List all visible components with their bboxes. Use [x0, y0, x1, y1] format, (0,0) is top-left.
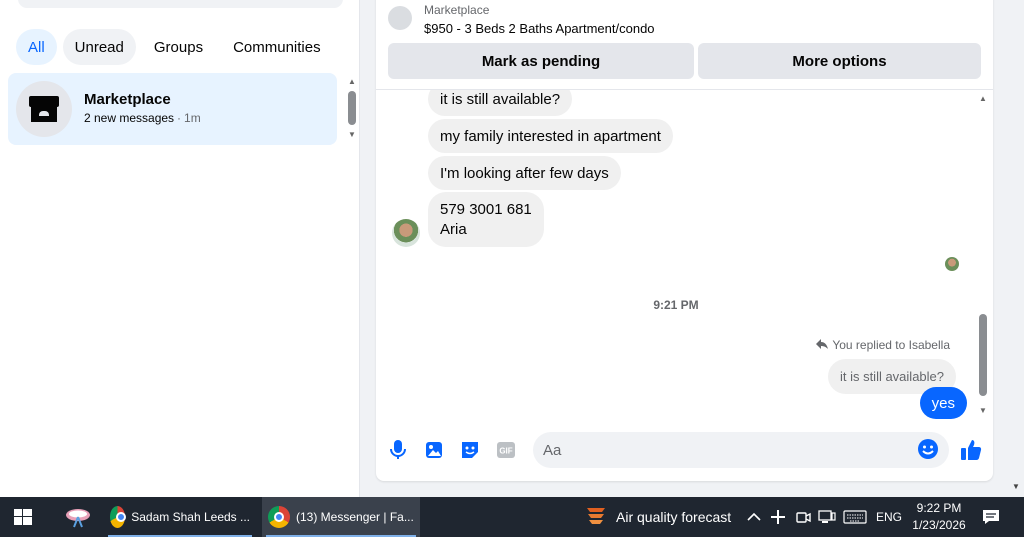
gif-icon[interactable]: GIF: [494, 438, 518, 462]
message-list: it is still available? my family interes…: [376, 90, 993, 420]
chat-list-panel: All Unread Groups Communities Marketplac…: [0, 0, 360, 497]
search-bar-edge[interactable]: [18, 0, 343, 8]
chat-filters: All Unread Groups Communities: [16, 29, 333, 65]
outgoing-message[interactable]: yes: [919, 387, 967, 419]
scroll-up-arrow-icon[interactable]: ▲: [347, 78, 357, 86]
taskbar-app-label: Sadam Shah Leeds ...: [131, 510, 250, 524]
taskbar-app-chrome-1[interactable]: Sadam Shah Leeds ...: [104, 497, 256, 537]
filter-all[interactable]: All: [16, 29, 57, 65]
mark-as-pending-button[interactable]: Mark as pending: [388, 43, 694, 79]
windows-start-icon[interactable]: [14, 509, 32, 525]
tray-overflow-chevron-icon[interactable]: [746, 497, 762, 537]
windows-taskbar: Sadam Shah Leeds ... (13) Messenger | Fa…: [0, 497, 1024, 537]
taskbar-app-label: (13) Messenger | Fa...: [296, 510, 414, 524]
reply-arrow-icon: [816, 338, 829, 352]
microphone-icon[interactable]: [386, 438, 410, 462]
clock-date: 1/23/2026: [912, 518, 966, 532]
notifications-icon[interactable]: [982, 497, 1000, 537]
incoming-message[interactable]: my family interested in apartment: [428, 119, 673, 153]
thumbs-up-icon[interactable]: [959, 438, 983, 462]
weather-widget[interactable]: Air quality forecast: [584, 497, 731, 537]
camera-icon[interactable]: [795, 497, 811, 537]
more-options-button[interactable]: More options: [698, 43, 981, 79]
language-indicator[interactable]: ENG: [876, 497, 902, 537]
listing-title[interactable]: $950 - 3 Beds 2 Baths Apartment/condo: [424, 21, 655, 36]
message-input[interactable]: [543, 432, 903, 468]
pinned-app-icon[interactable]: [58, 497, 98, 537]
reply-notice-text: You replied to Isabella: [832, 338, 950, 352]
chat-list-item[interactable]: Marketplace 2 new messages · 1m: [8, 73, 337, 145]
composer: GIF: [376, 430, 993, 470]
add-icon[interactable]: [770, 497, 786, 537]
clock-time: 9:22 PM: [916, 501, 962, 515]
incoming-message[interactable]: 579 3001 681 Aria: [428, 192, 544, 247]
keyboard-icon[interactable]: [843, 497, 867, 537]
reply-notice: You replied to Isabella: [816, 338, 950, 352]
sticker-icon[interactable]: [458, 438, 482, 462]
scrollbar-thumb[interactable]: [348, 91, 356, 125]
filter-unread[interactable]: Unread: [62, 29, 136, 65]
incoming-message[interactable]: I'm looking after few days: [428, 156, 621, 190]
chat-time: 1m: [184, 111, 201, 125]
message-line: 579 3001 681: [440, 200, 532, 218]
scroll-down-arrow-icon[interactable]: ▼: [347, 131, 357, 139]
weather-label: Air quality forecast: [616, 509, 732, 525]
listing-category: Marketplace: [424, 3, 490, 17]
message-timestamp: 9:21 PM: [653, 298, 699, 312]
page-scroll-down-arrow-icon[interactable]: ▼: [1012, 482, 1020, 491]
air-quality-icon: [584, 504, 608, 531]
chat-preview-text: 2 new messages: [84, 111, 175, 125]
photo-icon[interactable]: [422, 438, 446, 462]
incoming-message[interactable]: it is still available?: [428, 90, 573, 116]
message-line: Aria: [440, 220, 467, 238]
conversation-panel: Marketplace $950 - 3 Beds 2 Baths Apartm…: [376, 0, 993, 481]
chrome-icon: [268, 506, 290, 528]
seen-receipt-avatar: [945, 257, 959, 271]
chat-name: Marketplace: [84, 91, 171, 108]
listing-thumbnail[interactable]: [388, 6, 412, 30]
filter-communities[interactable]: Communities: [221, 29, 333, 65]
network-icon[interactable]: [818, 497, 836, 537]
chat-separator: ·: [177, 111, 182, 125]
message-input-wrapper: [533, 432, 949, 468]
emoji-icon[interactable]: [917, 438, 941, 462]
chrome-icon: [110, 506, 127, 528]
filter-groups[interactable]: Groups: [142, 29, 215, 65]
scroll-up-arrow-icon[interactable]: ▲: [978, 94, 988, 103]
scroll-down-arrow-icon[interactable]: ▼: [978, 406, 988, 415]
taskbar-clock[interactable]: 9:22 PM 1/23/2026: [900, 500, 978, 534]
taskbar-app-chrome-2[interactable]: (13) Messenger | Fa...: [262, 497, 420, 537]
scrollbar-thumb[interactable]: [979, 314, 987, 396]
chat-preview: 2 new messages · 1m: [84, 111, 201, 125]
svg-text:GIF: GIF: [499, 447, 512, 456]
marketplace-store-icon: [16, 81, 72, 137]
sender-avatar[interactable]: [392, 219, 420, 247]
